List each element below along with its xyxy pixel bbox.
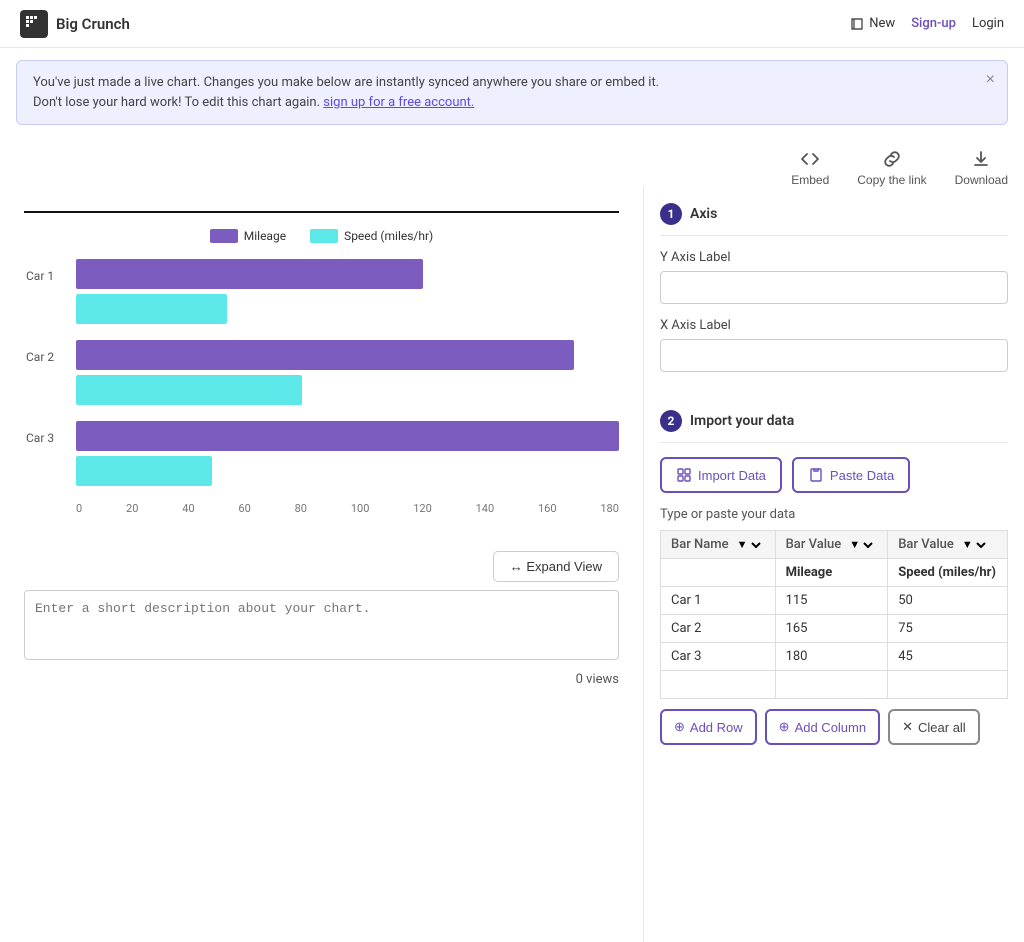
table-cell: 115 [775, 587, 888, 615]
table-cell: 75 [888, 615, 1008, 643]
chart-description-input[interactable] [24, 590, 619, 660]
bar-group: Car 2 [76, 340, 619, 405]
col-bar-value2-header: Bar Value ▼ [888, 531, 1008, 559]
legend-mileage-label: Mileage [244, 229, 286, 243]
embed-button[interactable]: Embed [791, 149, 829, 187]
bar-mileage [76, 259, 423, 289]
type-paste-label: Type or paste your data [660, 507, 1008, 522]
legend-mileage-color [210, 229, 238, 243]
col1-dropdown[interactable]: ▼ [733, 538, 764, 552]
import-section: 2 Import your data Import Data Paste Dat… [660, 410, 1008, 745]
chart-toolbar: Embed Copy the link Download [0, 137, 1024, 187]
axis-section-header: 1 Axis [660, 203, 1008, 236]
clear-icon: ✕ [902, 719, 913, 735]
y-axis-label-text: Y Axis Label [660, 250, 1008, 265]
logo: Big Crunch [20, 10, 850, 38]
banner-message1: You've just made a live chart. Changes y… [33, 75, 659, 90]
table-cell: 180 [775, 643, 888, 671]
import-data-button[interactable]: Import Data [660, 457, 782, 493]
axis-section-num: 1 [660, 203, 682, 225]
logo-text: Big Crunch [56, 15, 130, 33]
table-row-empty [661, 671, 1008, 699]
table-actions: ⊕ Add Row ⊕ Add Column ✕ Clear all [660, 709, 1008, 745]
table-cell: Car 2 [661, 615, 776, 643]
axis-section-title: Axis [690, 206, 717, 222]
notification-banner: You've just made a live chart. Changes y… [16, 60, 1008, 125]
chart-legend: Mileage Speed (miles/hr) [24, 229, 619, 243]
x-axis: 020406080100120140160180 [76, 502, 619, 515]
add-column-button[interactable]: ⊕ Add Column [765, 709, 880, 745]
views-count: 0 views [576, 672, 619, 687]
bar-label: Car 1 [26, 269, 54, 283]
table-cell-empty [661, 671, 776, 699]
legend-mileage: Mileage [210, 229, 286, 243]
new-button[interactable]: New [850, 16, 895, 31]
col2-subheader: Mileage [775, 559, 888, 587]
bar-mileage [76, 421, 619, 451]
import-section-num: 2 [660, 410, 682, 432]
legend-speed: Speed (miles/hr) [310, 229, 433, 243]
table-cell-empty [775, 671, 888, 699]
table-cell: 45 [888, 643, 1008, 671]
banner-signup-link[interactable]: sign up for a free account. [323, 95, 474, 110]
download-icon [971, 149, 991, 169]
table-cell: 50 [888, 587, 1008, 615]
embed-icon [800, 149, 820, 169]
table-cell: Car 3 [661, 643, 776, 671]
signup-link[interactable]: Sign-up [911, 16, 956, 31]
bar-label: Car 2 [26, 350, 54, 364]
download-button[interactable]: Download [955, 149, 1008, 187]
logo-icon [20, 10, 48, 38]
table-cell: 165 [775, 615, 888, 643]
login-link[interactable]: Login [972, 16, 1004, 31]
bar-speed [76, 294, 227, 324]
add-row-icon: ⊕ [674, 719, 685, 735]
data-table: Bar Name ▼ Bar Value ▼ B [660, 530, 1008, 699]
col-bar-value1-header: Bar Value ▼ [775, 531, 888, 559]
bar-label: Car 3 [26, 431, 54, 445]
col3-dropdown[interactable]: ▼ [958, 538, 989, 552]
paste-data-button[interactable]: Paste Data [792, 457, 910, 493]
paste-icon [808, 467, 824, 483]
table-cell: Car 1 [661, 587, 776, 615]
table-row: Car 111550 [661, 587, 1008, 615]
legend-speed-color [310, 229, 338, 243]
banner-message2: Don't lose your hard work! To edit this … [33, 95, 320, 110]
chart-divider [24, 211, 619, 213]
table-cell-empty [888, 671, 1008, 699]
x-axis-input[interactable] [660, 339, 1008, 372]
axis-section: 1 Axis Y Axis Label X Axis Label [660, 203, 1008, 386]
banner-close-button[interactable]: × [986, 71, 995, 89]
expand-view-button[interactable]: ↔ Expand View [493, 551, 619, 582]
col-bar-name-header: Bar Name ▼ [661, 531, 776, 559]
import-section-title: Import your data [690, 413, 794, 429]
table-row: Car 216575 [661, 615, 1008, 643]
col2-dropdown[interactable]: ▼ [845, 538, 876, 552]
bar-group: Car 1 [76, 259, 619, 324]
legend-speed-label: Speed (miles/hr) [344, 229, 433, 243]
import-buttons-row: Import Data Paste Data [660, 457, 1008, 493]
bar-speed [76, 375, 302, 405]
x-axis-label-text: X Axis Label [660, 318, 1008, 333]
bar-speed [76, 456, 212, 486]
clear-all-button[interactable]: ✕ Clear all [888, 709, 980, 745]
bar-chart: Car 1 Car 2 Car 3 020406080100120140160180 [24, 259, 619, 543]
col3-subheader: Speed (miles/hr) [888, 559, 1008, 587]
settings-panel: 1 Axis Y Axis Label X Axis Label 2 Impor… [644, 187, 1024, 942]
col1-subheader [661, 559, 776, 587]
bar-group: Car 3 [76, 421, 619, 486]
copy-link-button[interactable]: Copy the link [857, 149, 926, 187]
import-section-header: 2 Import your data [660, 410, 1008, 443]
link-icon [882, 149, 902, 169]
chart-area: Mileage Speed (miles/hr) Car 1 Car 2 Car 3… [16, 195, 627, 711]
table-row: Car 318045 [661, 643, 1008, 671]
add-row-button[interactable]: ⊕ Add Row [660, 709, 757, 745]
y-axis-input[interactable] [660, 271, 1008, 304]
import-icon [676, 467, 692, 483]
add-col-icon: ⊕ [779, 719, 790, 735]
bar-mileage [76, 340, 574, 370]
